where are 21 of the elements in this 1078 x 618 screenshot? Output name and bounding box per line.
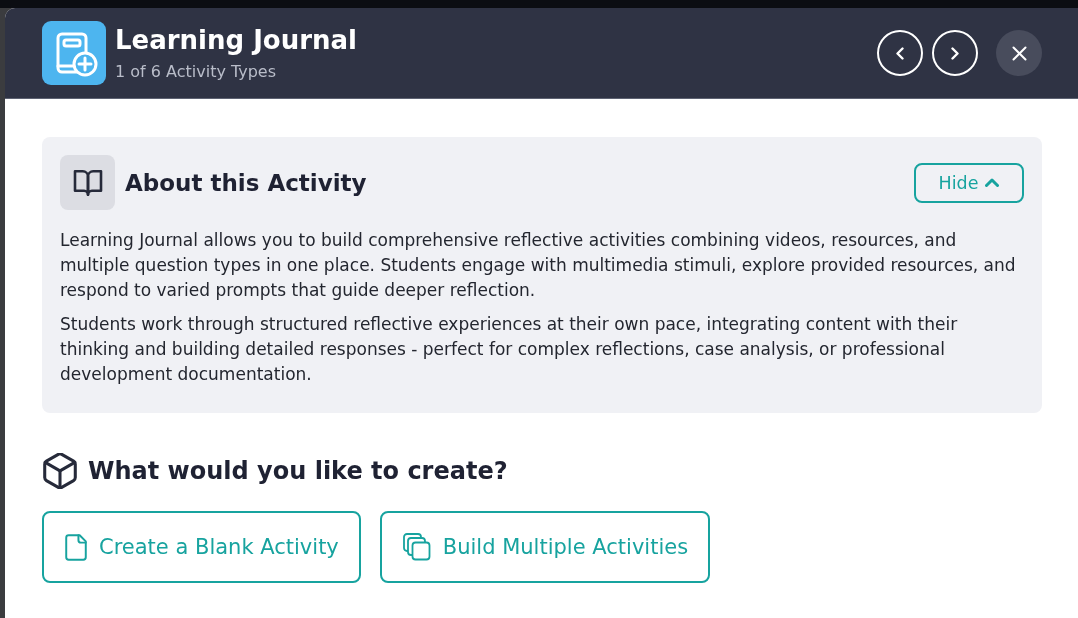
document-icon <box>65 533 87 561</box>
build-multiple-button[interactable]: Build Multiple Activities <box>379 511 711 583</box>
description-paragraph: Students work through structured reflective experiences at their own pace, integrating content with their thinking and building detailed responses - perfect for complex reflections, case analysis, or professional development documentation. <box>60 313 959 386</box>
modal-title: Learning Journal <box>115 24 357 55</box>
stacked-documents-icon <box>402 533 431 561</box>
next-button[interactable] <box>932 30 978 76</box>
create-blank-button[interactable]: Create a Blank Activity <box>42 511 361 583</box>
chevron-left-icon <box>896 46 904 60</box>
cube-icon <box>42 453 78 489</box>
activity-counter: 1 of 6 Activity Types <box>115 61 277 82</box>
hide-button[interactable]: Hide <box>914 162 1024 203</box>
description-paragraph: Learning Journal allows you to build comprehensive reflective activities combining videos, resources, and multiple question types in one place. Students engage with multimedia stimuli, explore provided resources, and respond to varied prompts that guide deeper reflection. <box>60 229 1017 302</box>
chevron-up-icon <box>985 178 1000 187</box>
journal-add-icon <box>42 21 106 85</box>
book-icon <box>60 155 115 210</box>
previous-button[interactable] <box>877 30 923 76</box>
close-icon <box>1011 45 1027 61</box>
chevron-right-icon <box>951 46 959 60</box>
section-title: About this Activity <box>125 169 367 196</box>
section-title: What would you like to create? <box>88 457 508 485</box>
close-button[interactable] <box>996 30 1042 76</box>
